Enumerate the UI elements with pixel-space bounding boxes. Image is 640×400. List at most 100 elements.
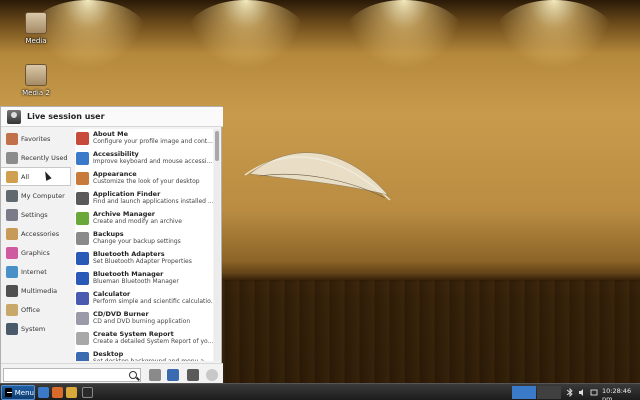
- app-name: Backups: [93, 230, 124, 238]
- desktop-icon-media[interactable]: Media: [14, 12, 58, 45]
- category-internet[interactable]: Internet: [1, 262, 71, 281]
- app-item[interactable]: Application Finder Find and launch applic…: [75, 189, 213, 209]
- multimedia-icon: [6, 284, 18, 297]
- app-description: Customize the look of your desktop: [93, 178, 200, 185]
- category-label: Settings: [21, 210, 48, 219]
- settings-icon: [6, 208, 18, 221]
- app-name: CD/DVD Burner: [93, 310, 149, 318]
- star-folder-icon: [6, 132, 18, 145]
- files-launcher[interactable]: [38, 387, 49, 398]
- system-icon: [6, 322, 18, 335]
- bluetooth-tray-icon[interactable]: [566, 388, 574, 397]
- category-accessories[interactable]: Accessories: [1, 224, 71, 243]
- bluetooth-icon: [76, 272, 89, 285]
- app-name: Archive Manager: [93, 210, 155, 218]
- report-icon: [76, 332, 89, 345]
- category-graphics[interactable]: Graphics: [1, 243, 71, 262]
- disc-icon: [76, 312, 89, 325]
- app-item[interactable]: About Me Configure your profile image and…: [75, 129, 213, 149]
- volume-tray-icon[interactable]: [578, 388, 586, 397]
- app-item[interactable]: Create System Report Create a detailed Sy…: [75, 329, 213, 349]
- app-item[interactable]: DesktopSet desktop background and menu a…: [75, 349, 213, 361]
- logout-button[interactable]: [206, 369, 218, 381]
- menu-logo-icon: [5, 388, 12, 397]
- archive-icon: [76, 212, 89, 225]
- about-me-icon: [76, 132, 89, 145]
- drive-icon: [25, 12, 47, 34]
- accessories-icon: [6, 227, 18, 240]
- app-item[interactable]: Bluetooth Manager Blueman Bluetooth Manag…: [75, 269, 213, 289]
- category-favorites[interactable]: Favorites: [1, 129, 71, 148]
- app-name: About Me: [93, 130, 129, 138]
- search-input[interactable]: [4, 369, 122, 381]
- lock-screen-button[interactable]: [187, 369, 199, 381]
- app-description: Blueman Bluetooth Manager: [93, 278, 179, 285]
- category-label: All: [21, 172, 30, 181]
- category-label: Office: [21, 305, 40, 314]
- category-label: Favorites: [21, 134, 51, 143]
- category-label: Accessories: [21, 229, 60, 238]
- package-manager-button[interactable]: [149, 369, 161, 381]
- category-my-computer[interactable]: My Computer: [1, 186, 71, 205]
- accessibility-icon: [76, 152, 89, 165]
- clock[interactable]: 10:28:46 pm: [602, 387, 640, 400]
- graphics-icon: [6, 246, 18, 259]
- office-icon: [6, 303, 18, 316]
- category-label: Recently Used: [21, 153, 68, 162]
- app-name: Bluetooth Adapters: [93, 250, 165, 258]
- computer-icon: [6, 189, 18, 202]
- bluetooth-icon: [76, 252, 89, 265]
- app-description: CD and DVD burning application: [93, 318, 191, 325]
- category-settings[interactable]: Settings: [1, 205, 71, 224]
- app-item[interactable]: Calculator Perform simple and scientific …: [75, 289, 213, 309]
- taskbar: Menu 10:28:46 pm: [0, 383, 640, 400]
- user-avatar-icon[interactable]: [7, 109, 21, 124]
- category-office[interactable]: Office: [1, 300, 71, 319]
- workspace-2[interactable]: [537, 386, 561, 399]
- app-item[interactable]: CD/DVD Burner CD and DVD burning applicat…: [75, 309, 213, 329]
- app-name: Create System Report: [93, 330, 174, 338]
- terminal-launcher[interactable]: [82, 387, 93, 398]
- app-description: Change your backup settings: [93, 238, 181, 245]
- app-item[interactable]: Appearance Customize the look of your des…: [75, 169, 213, 189]
- app-description: Create and modify an archive: [93, 218, 182, 225]
- category-recently-used[interactable]: Recently Used: [1, 148, 71, 167]
- menu-button[interactable]: Menu: [1, 385, 35, 400]
- drive-icon: [25, 64, 47, 86]
- app-name: Application Finder: [93, 190, 161, 198]
- search-box[interactable]: [3, 368, 141, 382]
- category-list: Favorites Recently Used All My Computer Sett…: [1, 129, 71, 338]
- menu-footer: [1, 363, 223, 385]
- folder-launcher[interactable]: [66, 387, 77, 398]
- spotlight: [344, 0, 464, 70]
- internet-icon: [6, 265, 18, 278]
- firefox-launcher[interactable]: [52, 387, 63, 398]
- app-name: Appearance: [93, 170, 137, 178]
- spotlight: [186, 0, 306, 70]
- app-description: Find and launch applications installed .…: [93, 198, 213, 205]
- calculator-icon: [76, 292, 89, 305]
- desktop-icon: [76, 352, 89, 361]
- category-all[interactable]: All: [1, 167, 71, 186]
- desktop-icon-media-2[interactable]: Media 2: [14, 64, 58, 97]
- scrollbar-thumb[interactable]: [215, 131, 219, 161]
- category-system[interactable]: System: [1, 319, 71, 338]
- menu-button-label: Menu: [14, 388, 34, 397]
- feather-wallpaper-icon: [244, 152, 391, 201]
- category-multimedia[interactable]: Multimedia: [1, 281, 71, 300]
- app-item[interactable]: Accessibility Improve keyboard and mouse …: [75, 149, 213, 169]
- display-settings-button[interactable]: [167, 369, 179, 381]
- app-finder-icon: [76, 192, 89, 205]
- app-list-scrollbar[interactable]: [214, 129, 220, 361]
- network-tray-icon[interactable]: [590, 388, 598, 397]
- all-apps-icon: [6, 170, 18, 183]
- category-label: Internet: [21, 267, 47, 276]
- app-item[interactable]: Bluetooth Adapters Set Bluetooth Adapter …: [75, 249, 213, 269]
- app-description: Improve keyboard and mouse accessi...: [93, 158, 213, 165]
- category-label: Multimedia: [21, 286, 58, 295]
- app-item[interactable]: Backups Change your backup settings: [75, 229, 213, 249]
- app-item[interactable]: Archive Manager Create and modify an arch…: [75, 209, 213, 229]
- search-icon[interactable]: [129, 371, 137, 379]
- category-label: My Computer: [21, 191, 65, 200]
- workspace-1[interactable]: [512, 386, 536, 399]
